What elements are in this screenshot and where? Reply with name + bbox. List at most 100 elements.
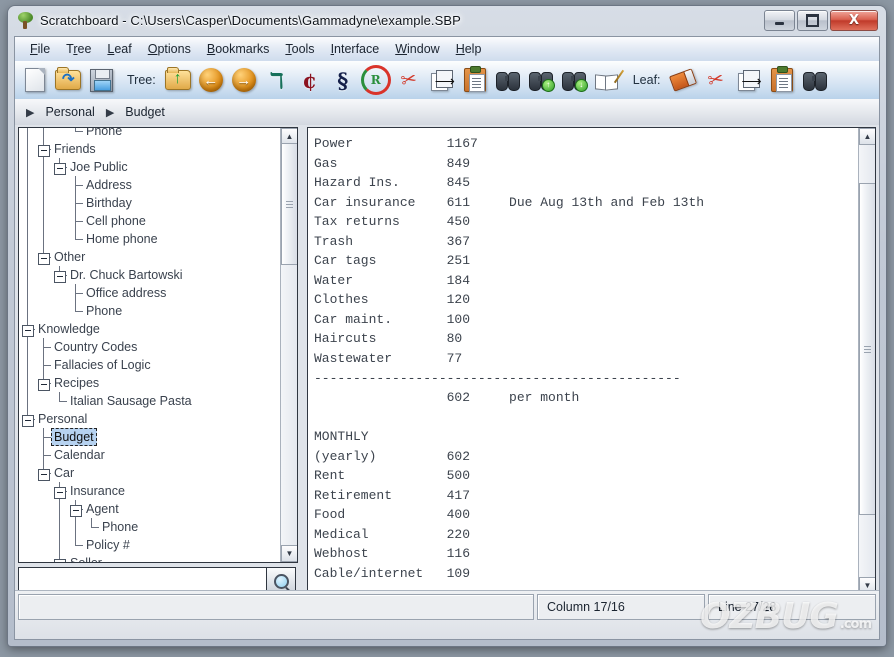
breadcrumb-item-personal[interactable]: Personal <box>40 103 99 121</box>
tree-back-button[interactable]: ← <box>196 65 226 95</box>
tree-item-home-phone[interactable]: Home phone <box>19 230 281 248</box>
tree-expander[interactable] <box>51 482 67 500</box>
tree-copy-button[interactable]: ¢ <box>295 65 325 95</box>
leaf-paste-button[interactable] <box>767 65 797 95</box>
tree-item-insurance[interactable]: Insurance <box>19 482 281 500</box>
collapse-box-icon[interactable] <box>54 163 66 175</box>
tree-item-recipes[interactable]: Recipes <box>19 374 281 392</box>
tree-item-birthday[interactable]: Birthday <box>19 194 281 212</box>
tree-expander[interactable] <box>51 266 67 284</box>
collapse-box-icon[interactable] <box>22 415 34 427</box>
tree-item-car[interactable]: Car <box>19 464 281 482</box>
tree-item-seller[interactable]: Seller <box>19 554 281 562</box>
tree-expander[interactable] <box>51 158 67 176</box>
collapse-box-icon[interactable] <box>54 271 66 283</box>
menu-bookmarks[interactable]: Bookmarks <box>199 39 278 59</box>
find-button[interactable] <box>493 65 523 95</box>
menu-tools[interactable]: Tools <box>277 39 322 59</box>
tree-item-country-codes[interactable]: Country Codes <box>19 338 281 356</box>
tree-connector <box>51 392 67 410</box>
tree-scroll-down-button[interactable]: ▼ <box>281 545 297 562</box>
tree-parent-button[interactable]: ↑ <box>163 65 193 95</box>
tree-item-fallacies-of-logic[interactable]: Fallacies of Logic <box>19 356 281 374</box>
tree-item-agent[interactable]: Agent <box>19 500 281 518</box>
editor-scroll-area[interactable]: Power 1167 Gas 849 Hazard Ins. 845 Car i… <box>308 128 859 594</box>
collapse-box-icon[interactable] <box>38 253 50 265</box>
breadcrumb-item-budget[interactable]: Budget <box>120 103 170 121</box>
tree-item-budget[interactable]: Budget <box>19 428 281 446</box>
tree-copy2-button[interactable]: ⟶ <box>427 65 457 95</box>
collapse-box-icon[interactable] <box>54 487 66 499</box>
leaf-text-content[interactable]: Power 1167 Gas 849 Hazard Ins. 845 Car i… <box>308 128 859 594</box>
tree-item-phone[interactable]: Phone <box>19 518 281 536</box>
tree-move-button[interactable]: ℸ <box>262 65 292 95</box>
tree-indent <box>35 158 51 176</box>
tree-item-office-address[interactable]: Office address <box>19 284 281 302</box>
tree-item-personal[interactable]: Personal <box>19 410 281 428</box>
menu-window[interactable]: Window <box>387 39 447 59</box>
tree-cut-button[interactable]: ✂ <box>394 65 424 95</box>
tree-item-calendar[interactable]: Calendar <box>19 446 281 464</box>
tree-expander[interactable] <box>35 140 51 158</box>
tree-expander[interactable] <box>35 248 51 266</box>
tree-item-phone[interactable]: Phone <box>19 302 281 320</box>
open-file-button[interactable]: ↷ <box>53 65 83 95</box>
tree-item-knowledge[interactable]: Knowledge <box>19 320 281 338</box>
leaf-cut-button[interactable]: ✂ <box>701 65 731 95</box>
tree-scroll-area[interactable]: Phone Friends Joe Public Address Birthday Cel… <box>19 128 281 562</box>
maximize-button[interactable] <box>797 10 828 31</box>
minimize-button[interactable] <box>764 10 795 31</box>
tree-scroll-thumb[interactable] <box>281 143 297 265</box>
tree-expander[interactable] <box>19 320 35 338</box>
tree-item-other[interactable]: Other <box>19 248 281 266</box>
tree-expander[interactable] <box>51 554 67 562</box>
tree-refresh-button[interactable]: R <box>360 65 391 95</box>
editor-scrollbar[interactable]: ▲ ▼ <box>858 128 875 594</box>
tree-item-address[interactable]: Address <box>19 176 281 194</box>
tree-sort-button[interactable]: § <box>328 65 358 95</box>
tree-item-policy[interactable]: Policy # <box>19 536 281 554</box>
notebook-button[interactable] <box>592 65 625 95</box>
tree-indent <box>19 212 35 230</box>
menu-help[interactable]: Help <box>448 39 490 59</box>
tree-scrollbar[interactable]: ▲ ▼ <box>280 128 297 562</box>
menu-options[interactable]: Options <box>140 39 199 59</box>
title-bar[interactable]: Scratchboard - C:\Users\Casper\Documents… <box>8 6 886 36</box>
find-previous-button[interactable]: ↑ <box>526 65 556 95</box>
magnifier-icon <box>273 573 289 589</box>
close-button[interactable]: X <box>830 10 878 31</box>
tree-expander[interactable] <box>19 410 35 428</box>
scroll-grip-icon <box>864 348 871 350</box>
collapse-box-icon[interactable] <box>70 505 82 517</box>
tree-expander[interactable] <box>67 500 83 518</box>
tree-forward-button[interactable]: → <box>229 65 259 95</box>
find-next-button[interactable]: ↓ <box>559 65 589 95</box>
editor-scroll-thumb[interactable] <box>859 183 875 515</box>
tree-expander[interactable] <box>35 374 51 392</box>
leaf-copy-button[interactable]: ⟶ <box>734 65 764 95</box>
menu-tree[interactable]: Tree <box>58 39 99 59</box>
new-document-button[interactable] <box>20 65 50 95</box>
save-button[interactable] <box>86 65 116 95</box>
collapse-box-icon[interactable] <box>22 325 34 337</box>
tree-item-joe-public[interactable]: Joe Public <box>19 158 281 176</box>
collapse-box-icon[interactable] <box>54 559 66 562</box>
tree-expander[interactable] <box>35 464 51 482</box>
menu-leaf[interactable]: Leaf <box>99 39 139 59</box>
tree-item-friends[interactable]: Friends <box>19 140 281 158</box>
tree-item-label: Personal <box>38 412 88 426</box>
menu-interface[interactable]: Interface <box>323 39 388 59</box>
menu-file[interactable]: File <box>22 39 58 59</box>
collapse-box-icon[interactable] <box>38 469 50 481</box>
tree-paste-button[interactable] <box>460 65 490 95</box>
collapse-box-icon[interactable] <box>38 379 50 391</box>
tree-item-cell-phone[interactable]: Cell phone <box>19 212 281 230</box>
leaf-erase-button[interactable] <box>668 65 698 95</box>
tree-item-phone[interactable]: Phone <box>19 128 281 140</box>
collapse-box-icon[interactable] <box>38 145 50 157</box>
editor-scroll-up-button[interactable]: ▲ <box>859 128 875 145</box>
tree-item-italian-sausage-pasta[interactable]: Italian Sausage Pasta <box>19 392 281 410</box>
leaf-find-button[interactable] <box>800 65 830 95</box>
tree-item-dr-chuck-bartowski[interactable]: Dr. Chuck Bartowski <box>19 266 281 284</box>
